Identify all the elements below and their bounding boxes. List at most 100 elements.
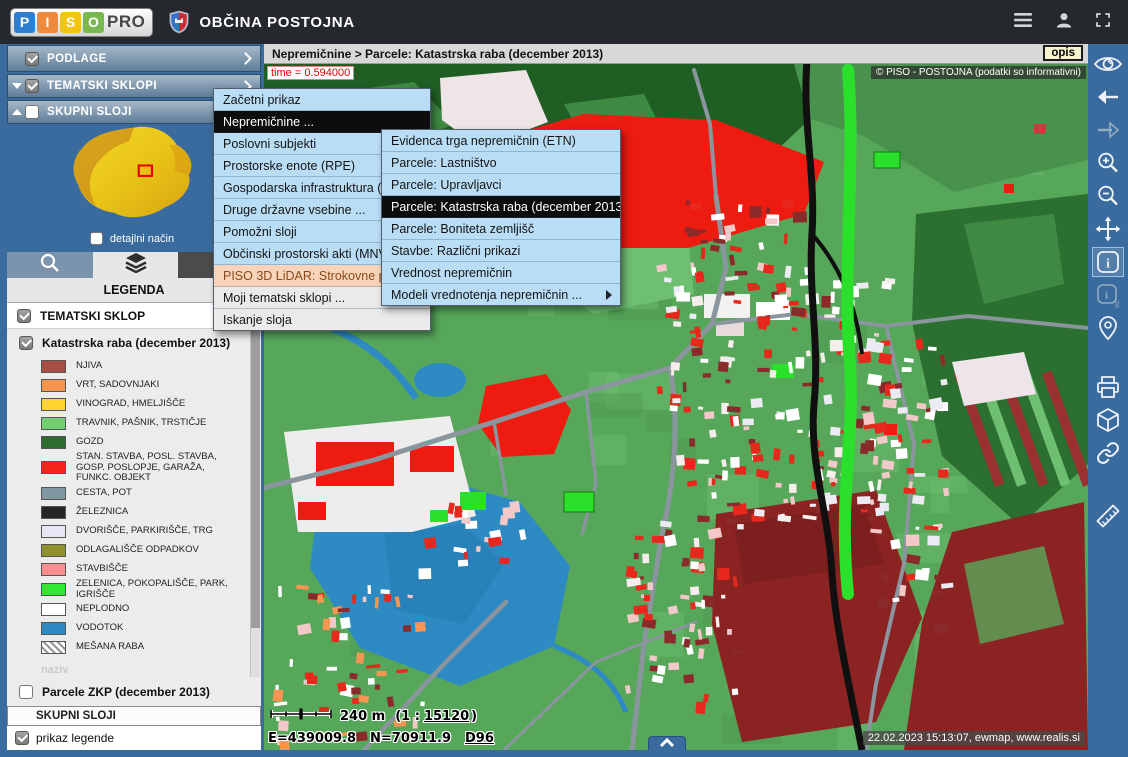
tematski-sklop-checkbox[interactable] xyxy=(17,309,31,323)
submenu-item[interactable]: Vrednost nepremičnin xyxy=(382,262,620,284)
menu-icon[interactable] xyxy=(1014,12,1034,33)
header-icons xyxy=(1014,10,1112,35)
legend-items: NJIVA VRT, SADOVNJAKI VINOGRAD, HMELJIŠČ… xyxy=(7,357,261,657)
opis-button[interactable]: opis xyxy=(1043,45,1083,61)
legend-zkp-row: Parcele ZKP (december 2013) xyxy=(7,678,261,706)
sidebar-section-podlage[interactable]: PODLAGE xyxy=(7,45,261,72)
identify-group-icon[interactable]: ig xyxy=(1092,280,1124,310)
history-forward-icon[interactable] xyxy=(1092,115,1124,145)
legend-swatch xyxy=(41,506,66,519)
history-back-icon[interactable] xyxy=(1092,82,1124,112)
breadcrumb-bar: Nepremičnine > Parcele: Katastrska raba … xyxy=(264,44,1088,64)
tematski-label: TEMATSKI SKLOPI xyxy=(47,80,157,92)
legend-swatch xyxy=(41,641,66,654)
layers-icon xyxy=(124,252,148,279)
legend-item-label: GOZD xyxy=(76,437,103,448)
legend-scrollbar[interactable] xyxy=(250,329,260,677)
piso-logo[interactable]: PISO PRO xyxy=(10,8,153,37)
search-icon xyxy=(39,252,61,279)
legend-item: VINOGRAD, HMELJIŠČE xyxy=(7,395,261,414)
legend-item: CESTA, POT xyxy=(7,484,261,503)
submenu-item[interactable]: Modeli vrednotenja nepremičnin ... xyxy=(382,284,620,305)
detail-mode-checkbox[interactable] xyxy=(90,232,103,245)
piso-logo-letters: PISO xyxy=(14,12,106,33)
collapse-icon[interactable] xyxy=(8,83,25,89)
legend-item-label: CESTA, POT xyxy=(76,488,132,499)
chevron-right-icon[interactable] xyxy=(239,52,252,65)
legend-swatch xyxy=(41,461,66,474)
menu-item[interactable]: Začetni prikaz xyxy=(214,89,430,111)
layer-checkbox[interactable] xyxy=(19,336,33,350)
view-3d-cube-icon[interactable] xyxy=(1092,405,1124,435)
legend-swatch xyxy=(41,544,66,557)
fullscreen-icon[interactable] xyxy=(1094,11,1112,34)
legend-item: MEŠANA RABA xyxy=(7,638,261,657)
preview-eye-icon[interactable] xyxy=(1092,49,1124,79)
skupni-label: SKUPNI SLOJI xyxy=(47,106,132,118)
identify-icon[interactable]: i xyxy=(1092,247,1124,277)
map-copyright: © PISO - POSTOJNA (podatki so informativ… xyxy=(871,66,1086,79)
legend-item: GOZD xyxy=(7,433,261,452)
breadcrumb: Nepremičnine > Parcele: Katastrska raba … xyxy=(272,47,603,61)
legend-swatch xyxy=(41,360,66,373)
prikaz-legende-label: prikaz legende xyxy=(36,731,114,745)
submenu-item[interactable]: Parcele: Lastništvo xyxy=(382,152,620,174)
map-toolbar: i ig xyxy=(1088,44,1128,750)
logo-letter: O xyxy=(83,12,104,33)
user-icon[interactable] xyxy=(1054,10,1074,35)
legend-item-label: MEŠANA RABA xyxy=(76,642,144,653)
submenu-item[interactable]: Stavbe: Različni prikazi xyxy=(382,240,620,262)
scale-ratio-link[interactable]: 15120 xyxy=(424,709,469,724)
pan-icon[interactable] xyxy=(1092,214,1124,244)
podlage-checkbox[interactable] xyxy=(25,52,39,66)
prikaz-legende-checkbox[interactable] xyxy=(15,731,29,745)
coord-easting: E=439009.8 xyxy=(268,731,356,746)
bottom-panel-expand-tab[interactable] xyxy=(648,736,686,750)
legend-item: ODLAGALIŠČE ODPADKOV xyxy=(7,541,261,560)
legend-swatch xyxy=(41,487,66,500)
submenu-item[interactable]: Evidenca trga nepremičnin (ETN) xyxy=(382,130,620,152)
legend-panel: Katastrska raba (december 2013) NJIVA VR… xyxy=(7,329,261,706)
zoom-in-icon[interactable] xyxy=(1092,148,1124,178)
tematski-checkbox[interactable] xyxy=(25,79,39,93)
measure-ruler-icon[interactable] xyxy=(1092,501,1124,531)
print-icon[interactable] xyxy=(1092,372,1124,402)
tab-layers[interactable] xyxy=(93,252,178,278)
naziv-label: naziv xyxy=(41,664,261,676)
zoom-out-icon[interactable] xyxy=(1092,181,1124,211)
share-link-icon[interactable] xyxy=(1092,438,1124,468)
expand-icon[interactable] xyxy=(8,109,25,115)
legend-layer-row: Katastrska raba (december 2013) xyxy=(7,336,261,350)
submenu-item[interactable]: Parcele: Boniteta zemljišč xyxy=(382,218,620,240)
podlage-label: PODLAGE xyxy=(47,53,107,65)
piso-app: PISO PRO OBČINA POSTOJNA xyxy=(0,0,1128,757)
location-pin-icon[interactable] xyxy=(1092,313,1124,343)
tab-search[interactable] xyxy=(7,252,93,278)
coordinate-readout: E=439009.8 N=70911.9 D96 xyxy=(268,731,494,746)
chevron-up-icon xyxy=(659,735,675,751)
legend-item-label: VINOGRAD, HMELJIŠČE xyxy=(76,399,185,410)
scale-bar: 240 m (1 : 15120 ) xyxy=(270,707,477,726)
legend-item-label: VRT, SADOVNJAKI xyxy=(76,380,159,391)
submenu-arrow-icon xyxy=(606,290,612,300)
submenu-item[interactable]: Parcele: Katastrska raba (december 2013) xyxy=(382,196,620,218)
scale-ratio-prefix: (1 : xyxy=(395,709,420,724)
legend-item-label: STAN. STAVBA, POSL. STAVBA, GOSP. POSLOP… xyxy=(76,452,233,484)
menu-item[interactable]: Iskanje sloja xyxy=(214,309,430,330)
legend-layer-label: Katastrska raba (december 2013) xyxy=(42,336,230,350)
skupni-sloji-bar[interactable]: SKUPNI SLOJI xyxy=(7,706,261,726)
legend-item: VODOTOK xyxy=(7,619,261,638)
legend-swatch xyxy=(41,379,66,392)
legend-item-label: VODOTOK xyxy=(76,623,123,634)
skupni-checkbox[interactable] xyxy=(25,105,39,119)
zkp-checkbox[interactable] xyxy=(19,685,33,699)
legend-item: VRT, SADOVNJAKI xyxy=(7,376,261,395)
svg-text:i: i xyxy=(1105,290,1108,302)
coord-datum-link[interactable]: D96 xyxy=(465,731,494,746)
legend-item-label: TRAVNIK, PAŠNIK, TRSTIČJE xyxy=(76,418,206,429)
scrollbar-thumb[interactable] xyxy=(251,330,260,628)
submenu-item[interactable]: Parcele: Upravljavci xyxy=(382,174,620,196)
legend-item: STAVBIŠČE xyxy=(7,560,261,579)
legend-item: TRAVNIK, PAŠNIK, TRSTIČJE xyxy=(7,414,261,433)
prikaz-legende-row: prikaz legende xyxy=(7,726,261,750)
